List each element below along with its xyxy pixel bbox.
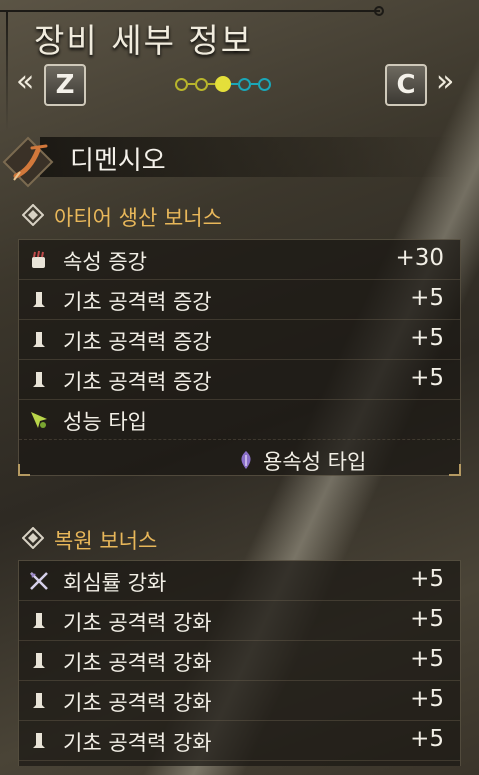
- frame-left-line: [6, 12, 8, 132]
- attack-icon: [33, 332, 45, 347]
- dragon-element-icon: [241, 451, 251, 469]
- bonus-label: 회심률 강화: [63, 571, 167, 595]
- panel-corner: [449, 464, 461, 476]
- attack-icon: [33, 292, 45, 307]
- bonus-row: 속성 증강 +30: [19, 240, 460, 280]
- attack-icon: [33, 613, 45, 628]
- restore-bonus-panel: 회심률 강화 +5 기초 공격력 강화 +5 기초 공격력 강화 +5 기초 공…: [18, 560, 461, 766]
- bonus-row: 기초 공격력 증강 +5: [19, 360, 460, 400]
- bonus-row: 기초 공격력 강화 +5: [19, 641, 460, 681]
- attack-icon: [33, 372, 45, 387]
- page-dot: [195, 77, 208, 91]
- prev-page-key-z[interactable]: Z: [44, 64, 86, 106]
- bonus-label: 기초 공격력 강화: [63, 651, 212, 675]
- artian-bonus-panel: 속성 증강 +30 기초 공격력 증강 +5 기초 공격력 증강 +5 기초 공…: [18, 239, 461, 476]
- bonus-label: 기초 공격력 강화: [63, 691, 212, 715]
- bonus-value: +5: [410, 726, 444, 752]
- bonus-value: +5: [410, 686, 444, 712]
- attack-icon: [33, 733, 45, 748]
- bonus-label: 기초 공격력 증강: [63, 330, 212, 354]
- bonus-value: +5: [410, 646, 444, 672]
- bow-weapon-icon: [2, 136, 54, 188]
- bonus-row: 기초 공격력 강화 +5: [19, 721, 460, 761]
- bonus-value: +5: [410, 285, 444, 311]
- bonus-label: 기초 공격력 증강: [63, 290, 212, 314]
- next-arrows-icon: »: [436, 64, 455, 99]
- page-dot: [258, 77, 271, 91]
- crossed-swords-icon: [30, 572, 48, 590]
- bonus-row: 기초 공격력 증강 +5: [19, 280, 460, 320]
- bonus-value: +5: [410, 365, 444, 391]
- bonus-label: 기초 공격력 증강: [63, 370, 212, 394]
- bonus-row: 기초 공격력 강화 +5: [19, 601, 460, 641]
- element-fist-icon: [32, 250, 45, 268]
- page-dot-connector: [231, 83, 238, 85]
- page-dot-connector: [251, 83, 258, 85]
- bonus-value: +5: [410, 566, 444, 592]
- frame-ornament: [374, 6, 384, 16]
- bonus-row: 회심률 강화 +5: [19, 561, 460, 601]
- attack-icon: [33, 653, 45, 668]
- weapon-name: 디멘시오: [70, 146, 166, 176]
- restore-bonus-title: 복원 보너스: [54, 529, 158, 553]
- page-indicator: [175, 76, 271, 92]
- bonus-section-icon: [22, 204, 44, 226]
- element-type-label: 용속성 타입: [263, 450, 367, 474]
- page-title: 장비 세부 정보: [34, 21, 254, 60]
- bonus-value: +5: [410, 325, 444, 351]
- panel-corner: [18, 464, 30, 476]
- bonus-row: 기초 공격력 강화 +5: [19, 681, 460, 721]
- attack-icon: [33, 693, 45, 708]
- prev-arrows-icon: «: [16, 64, 35, 99]
- bonus-label: 성능 타입: [63, 410, 147, 434]
- bonus-label: 기초 공격력 강화: [63, 611, 212, 635]
- performance-arrow-icon: [31, 412, 47, 428]
- page-dot-active: [215, 76, 231, 92]
- bonus-label: 속성 증강: [63, 250, 147, 274]
- artian-bonus-title: 아티어 생산 보너스: [54, 206, 222, 230]
- bonus-value: +5: [410, 606, 444, 632]
- page-dot: [238, 77, 251, 91]
- page-dot: [175, 77, 188, 91]
- bonus-section-icon: [22, 527, 44, 549]
- bonus-row: 성능 타입: [19, 400, 460, 440]
- bonus-value: +30: [395, 245, 444, 271]
- page-dot-connector: [208, 83, 215, 85]
- bonus-label: 기초 공격력 강화: [63, 731, 212, 755]
- page-dot-connector: [188, 83, 195, 85]
- next-page-key-c[interactable]: C: [385, 64, 427, 106]
- bonus-row: 기초 공격력 증강 +5: [19, 320, 460, 360]
- frame-top-line: [0, 10, 380, 12]
